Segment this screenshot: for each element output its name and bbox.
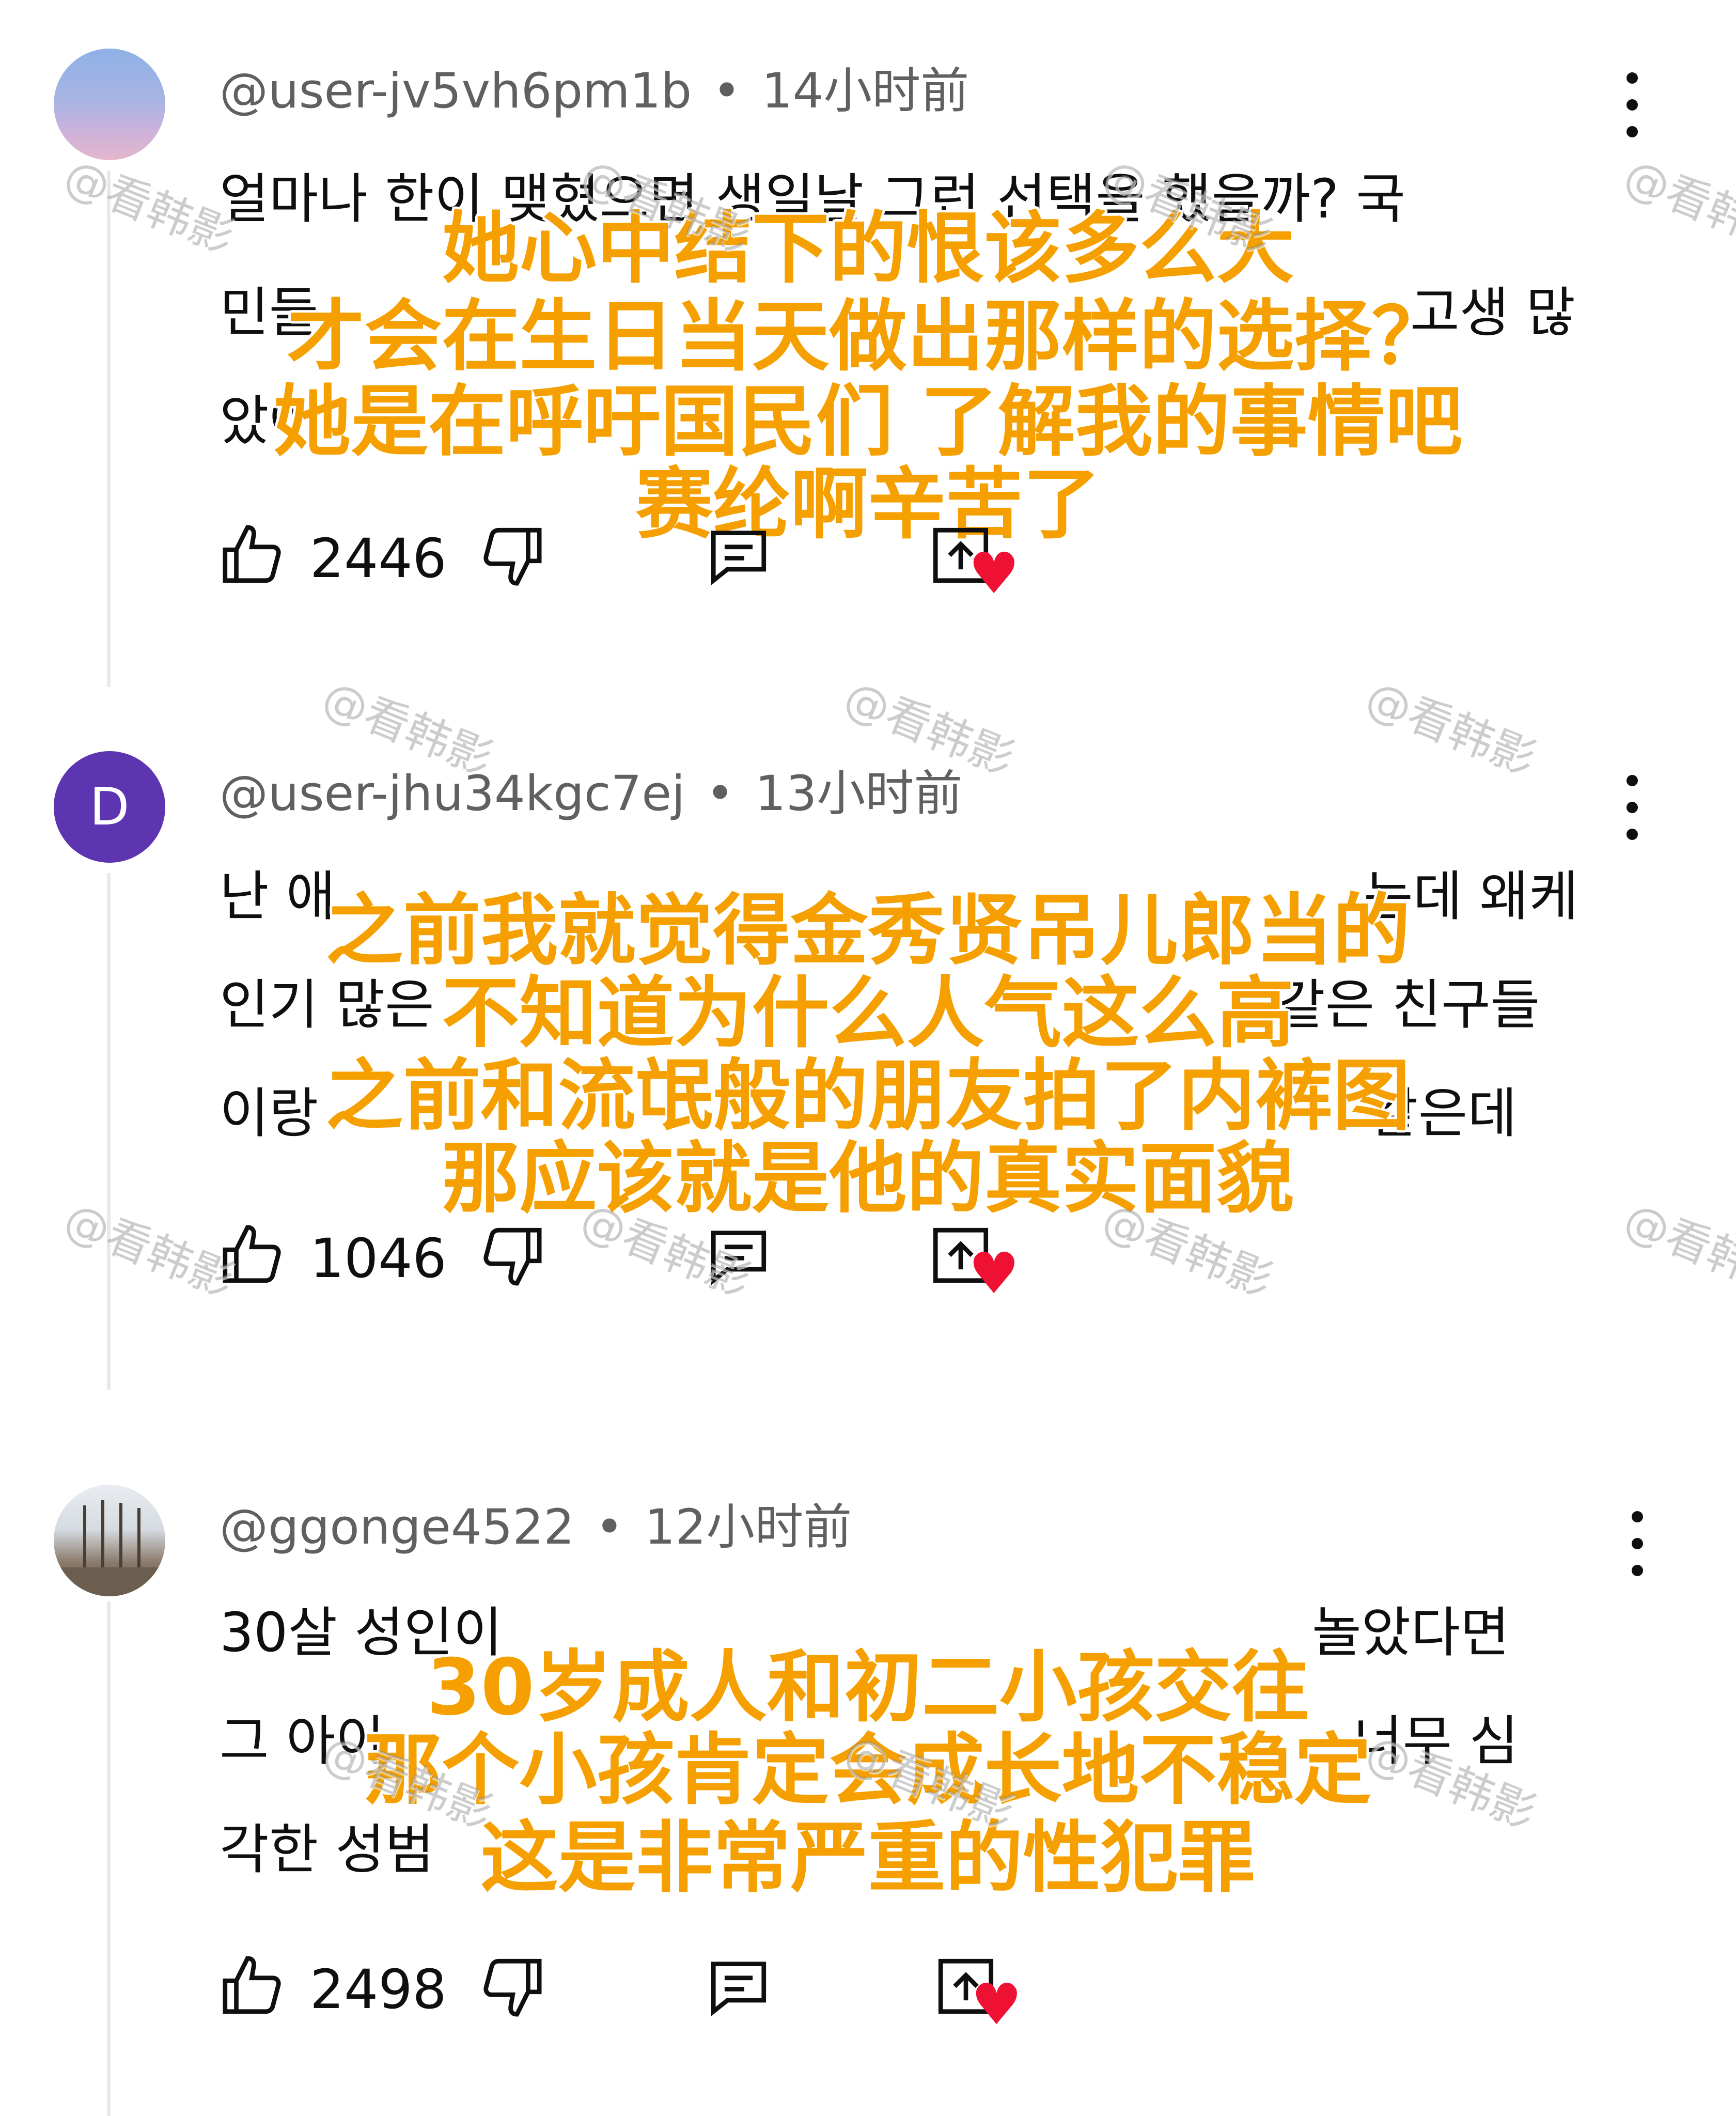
comment-meta: @user-jv5vh6pm1b • 14小时前 (220, 63, 969, 119)
heart-sticker-icon: ♥ (971, 1971, 1022, 2037)
thumb-down-icon[interactable] (478, 1953, 545, 2020)
thumb-up-icon[interactable] (220, 522, 287, 589)
more-vertical-icon[interactable] (1622, 1511, 1653, 1578)
comment-meta: @user-jhu34kgc7ej • 13小时前 (220, 766, 963, 822)
author-handle[interactable]: @ggonge4522 (220, 1499, 574, 1555)
author-handle[interactable]: @user-jv5vh6pm1b (220, 63, 692, 119)
like-count: 2498 (310, 1958, 447, 2021)
reply-comment-icon[interactable] (705, 1953, 772, 2020)
comment-2: D @user-jhu34kgc7ej • 13小时前 난 애 는데 왜케 인기 많… (0, 703, 1736, 1390)
comment-actions: 2446 ♥ (220, 522, 1614, 602)
thumb-down-icon[interactable] (478, 1222, 545, 1289)
comment-1: @user-jv5vh6pm1b • 14小时前 얼마나 한이 맺혔으면 생일날 그… (0, 0, 1736, 687)
comment-time: 14小时前 (761, 63, 969, 119)
reply-comment-icon[interactable] (705, 522, 772, 589)
heart-sticker-icon: ♥ (968, 1240, 1020, 1306)
like-count: 1046 (310, 1227, 447, 1290)
avatar[interactable] (54, 49, 165, 160)
comment-actions: 1046 ♥ (220, 1222, 1614, 1302)
like-count: 2446 (310, 527, 447, 590)
avatar[interactable]: D (54, 751, 165, 863)
thumb-up-icon[interactable] (220, 1953, 287, 2020)
caption-line: 那应该就是他的真实面貌 (442, 1134, 1294, 1224)
avatar[interactable] (54, 1485, 165, 1596)
more-vertical-icon[interactable] (1617, 775, 1648, 842)
comment-meta: @ggonge4522 • 12小时前 (220, 1499, 852, 1555)
more-vertical-icon[interactable] (1617, 72, 1648, 139)
thumb-down-icon[interactable] (478, 522, 545, 589)
comment-actions: 2498 ♥ (220, 1953, 1614, 2033)
comment-time: 13小时前 (755, 766, 963, 822)
trees-photo-icon (54, 1500, 165, 1596)
comment-time: 12小时前 (644, 1499, 852, 1555)
heart-sticker-icon: ♥ (968, 540, 1020, 606)
